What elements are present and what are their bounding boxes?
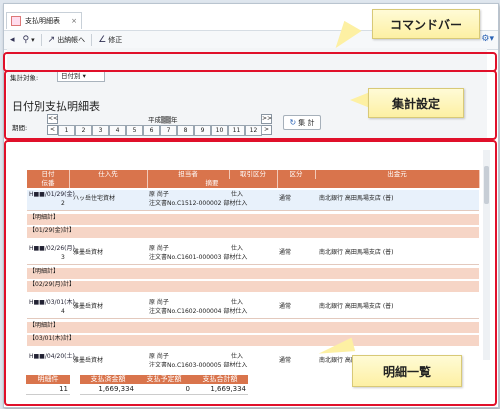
pencil-icon: ↗ <box>47 35 56 45</box>
callout-pointer <box>350 92 370 108</box>
divider <box>40 34 42 46</box>
callout-list: 明細一覧 <box>352 355 462 387</box>
print-label: 出納帳へ <box>57 36 86 44</box>
callout-command-bar: コマンドバー <box>372 9 480 39</box>
print-button[interactable]: ↗ 出納帳へ <box>48 35 86 45</box>
tab-payment-details[interactable]: 支払明細表 × <box>6 12 82 29</box>
edit-button[interactable]: ∠ 修正 <box>98 35 122 45</box>
divider <box>91 34 93 46</box>
dropdown-icon: ▾ <box>31 36 35 44</box>
edit-label: 修正 <box>108 36 123 44</box>
search-icon: ⚲ <box>22 35 30 45</box>
edit-icon: ∠ <box>98 35 107 45</box>
back-icon: ◂ <box>10 35 15 45</box>
command-bar-highlight <box>3 52 497 72</box>
help-icon[interactable]: ⚙▾ <box>481 34 494 44</box>
document-icon <box>11 16 21 26</box>
back-button[interactable]: ◂ <box>10 35 17 45</box>
tab-label: 支払明細表 <box>25 17 60 25</box>
close-icon[interactable]: × <box>71 17 77 25</box>
callout-settings: 集計設定 <box>368 88 464 118</box>
search-button[interactable]: ⚲ ▾ <box>23 35 35 45</box>
